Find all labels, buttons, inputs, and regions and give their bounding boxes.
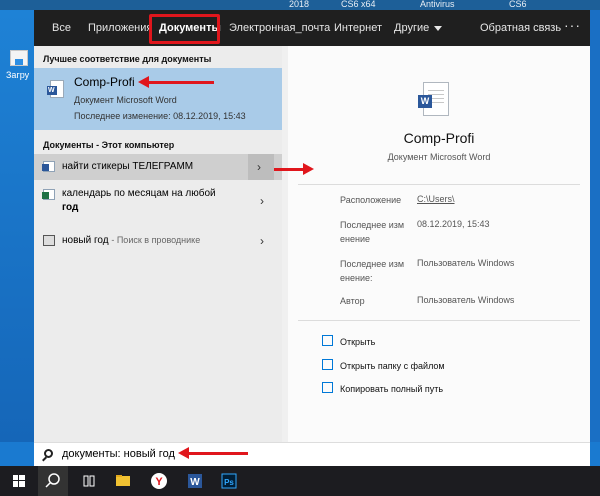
action-label: Копировать полный путь — [340, 384, 444, 394]
desktop-background — [590, 10, 600, 442]
best-match-type: Документ Microsoft Word — [74, 95, 177, 105]
meta-label: Последнее изм енение: — [340, 259, 405, 283]
list-item-hint: - Поиск в проводнике — [111, 235, 201, 245]
svg-text:Ps: Ps — [224, 478, 234, 487]
divider — [298, 184, 580, 185]
annotation-arrow-icon — [178, 447, 248, 459]
list-item-label-cont: год — [62, 202, 79, 213]
meta-label: Последнее изм енение — [340, 220, 405, 244]
downloads-folder-icon[interactable] — [10, 50, 28, 66]
search-window: Все Приложения Документы Электронная_поч… — [34, 10, 590, 442]
detail-type: Документ Microsoft Word — [387, 152, 491, 162]
meta-label: Расположение — [340, 195, 402, 205]
search-icon — [44, 449, 53, 458]
word-doc-icon: W — [418, 82, 449, 116]
desktop-icon-label: 2018 — [289, 0, 310, 9]
svg-text:W: W — [190, 477, 200, 488]
file-explorer-icon[interactable] — [108, 466, 138, 496]
photoshop-icon[interactable]: Ps — [214, 466, 244, 496]
open-icon — [322, 335, 333, 346]
tab-all[interactable]: Все — [52, 10, 71, 46]
search-icon[interactable] — [38, 466, 68, 496]
tab-highlight-frame — [149, 14, 220, 44]
list-item-label: новый год — [62, 235, 109, 246]
copy-path-action[interactable]: Копировать полный путь — [322, 382, 444, 394]
chevron-down-icon — [434, 25, 443, 31]
desktop-icon-label: CS6 — [509, 0, 527, 9]
tab-email[interactable]: Электронная_почта — [229, 10, 330, 46]
windows-start-icon[interactable] — [4, 466, 34, 496]
desktop-icon-label: Загру — [6, 70, 30, 80]
word-icon[interactable]: W — [180, 466, 210, 496]
more-options-icon[interactable]: ··· — [564, 10, 581, 46]
excel-doc-icon — [42, 189, 55, 200]
tab-more[interactable]: Другие — [394, 10, 443, 46]
taskbar: Y W Ps — [0, 466, 600, 496]
list-item-label: найти стикеры ТЕЛЕГРАММ — [62, 161, 194, 172]
best-match-header: Лучшее соответствие для документы — [43, 54, 212, 64]
list-item[interactable]: календарь по месяцам на любой год › — [34, 184, 282, 220]
meta-value: Пользователь Windows — [417, 295, 515, 305]
meta-label: Автор — [340, 296, 365, 306]
list-item[interactable]: найти стикеры ТЕЛЕГРАММ › — [34, 154, 282, 180]
search-box[interactable]: документы: новый год — [34, 442, 590, 466]
meta-value: Пользователь Windows — [417, 258, 515, 268]
folder-icon — [43, 235, 55, 246]
location-link[interactable]: C:\Users\ — [417, 194, 455, 204]
search-input[interactable]: документы: новый год — [62, 448, 175, 460]
list-item-text: новый год - Поиск в проводнике — [62, 233, 200, 248]
chevron-right-icon: › — [257, 160, 261, 174]
meta-value: 08.12.2019, 15:43 — [417, 219, 490, 229]
svg-text:Y: Y — [155, 476, 163, 488]
expand-button[interactable]: › — [248, 154, 274, 180]
search-filter-bar: Все Приложения Документы Электронная_поч… — [34, 10, 590, 46]
desktop-icon-label: CS6 x64 — [341, 0, 376, 9]
tab-apps[interactable]: Приложения — [88, 10, 152, 46]
open-action[interactable]: Открыть — [322, 335, 376, 347]
word-doc-icon — [42, 161, 55, 172]
detail-pane: W Comp-Profi Документ Microsoft Word Рас… — [288, 46, 590, 442]
best-match-title: Comp-Profi — [74, 75, 135, 89]
documents-section-header: Документы - Этот компьютер — [43, 140, 175, 150]
list-item-label: календарь по месяцам на любой — [62, 188, 216, 199]
annotation-arrow-icon — [274, 163, 314, 175]
annotation-arrow-icon — [138, 76, 214, 88]
action-label: Открыть — [340, 337, 376, 347]
divider — [298, 320, 580, 321]
yandex-browser-icon[interactable]: Y — [144, 466, 174, 496]
detail-title: Comp-Profi — [403, 130, 475, 146]
desktop-background: Загру — [0, 10, 34, 442]
word-doc-icon — [47, 80, 64, 98]
tab-more-label: Другие — [394, 22, 430, 34]
best-match-modified: Последнее изменение: 08.12.2019, 15:43 — [74, 111, 246, 121]
task-view-icon[interactable] — [74, 466, 104, 496]
copy-icon — [322, 382, 333, 393]
chevron-right-icon[interactable]: › — [260, 194, 264, 208]
feedback-link[interactable]: Обратная связь — [480, 10, 561, 46]
desktop-icon-label: Antivirus — [420, 0, 455, 9]
tab-web[interactable]: Интернет — [334, 10, 382, 46]
folder-open-icon — [322, 359, 333, 370]
list-item[interactable]: новый год - Поиск в проводнике › — [34, 230, 282, 252]
best-match-item[interactable]: Comp-Profi Документ Microsoft Word После… — [34, 68, 282, 130]
open-folder-action[interactable]: Открыть папку с файлом — [322, 359, 445, 371]
word-badge-icon: W — [418, 95, 432, 108]
action-label: Открыть папку с файлом — [340, 361, 445, 371]
chevron-right-icon[interactable]: › — [260, 234, 264, 248]
results-pane: Лучшее соответствие для документы Comp-P… — [34, 46, 282, 442]
